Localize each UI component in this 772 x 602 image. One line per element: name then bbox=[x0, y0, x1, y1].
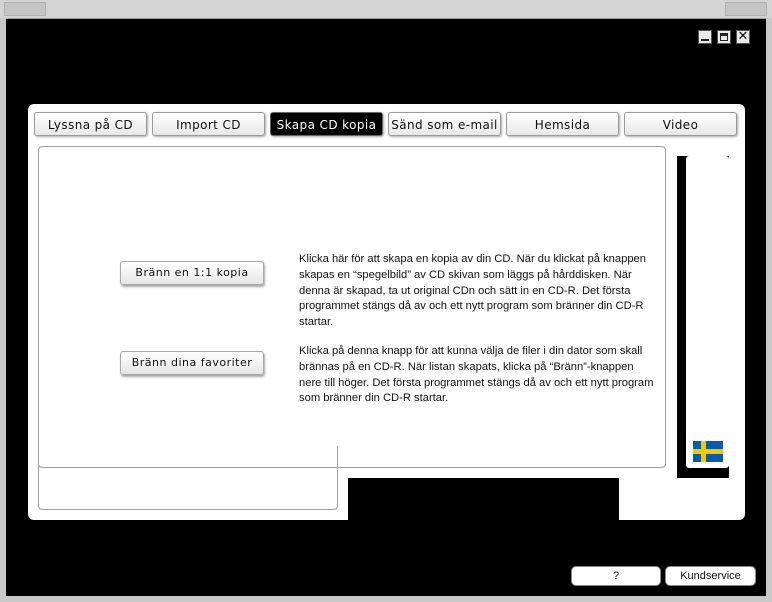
tab-skapa-cd-kopia[interactable]: Skapa CD kopia bbox=[270, 112, 383, 136]
burn-favorites-button[interactable]: Bränn dina favoriter bbox=[120, 351, 264, 375]
tab-sand-som-email[interactable]: Sänd som e-mail bbox=[388, 112, 501, 136]
burn-favorites-description: Klicka på denna knapp för att kunna välj… bbox=[299, 345, 654, 405]
tab-bar: Lyssna på CD Import CD Skapa CD kopia Sä… bbox=[34, 112, 737, 136]
minimize-icon[interactable] bbox=[698, 30, 712, 44]
window-controls: ✕ bbox=[698, 30, 750, 44]
tab-lyssna-pa-cd[interactable]: Lyssna på CD bbox=[34, 112, 147, 136]
panel-cutout bbox=[348, 479, 619, 529]
help-button[interactable]: ? bbox=[571, 566, 661, 586]
window-left-border bbox=[0, 18, 6, 602]
flag-cross-horizontal bbox=[693, 449, 723, 454]
top-strip-left-handle bbox=[4, 2, 46, 16]
side-column-panel bbox=[686, 156, 729, 468]
swedish-flag-icon[interactable] bbox=[693, 441, 723, 462]
burn-copy-button[interactable]: Bränn en 1:1 kopia bbox=[120, 261, 264, 285]
tab-video[interactable]: Video bbox=[624, 112, 737, 136]
tab-import-cd[interactable]: Import CD bbox=[152, 112, 265, 136]
customer-service-button[interactable]: Kundservice bbox=[665, 566, 756, 586]
window-top-strip bbox=[0, 0, 772, 19]
window-right-border bbox=[766, 18, 772, 602]
content-area-lower bbox=[38, 446, 338, 510]
maximize-icon[interactable] bbox=[717, 30, 731, 44]
tab-hemsida[interactable]: Hemsida bbox=[506, 112, 619, 136]
burn-copy-description: Klicka här för att skapa en kopia av din… bbox=[299, 253, 646, 329]
window-bottom-border bbox=[0, 596, 772, 602]
close-icon[interactable]: ✕ bbox=[736, 30, 750, 44]
top-strip-right-handle bbox=[725, 2, 767, 16]
